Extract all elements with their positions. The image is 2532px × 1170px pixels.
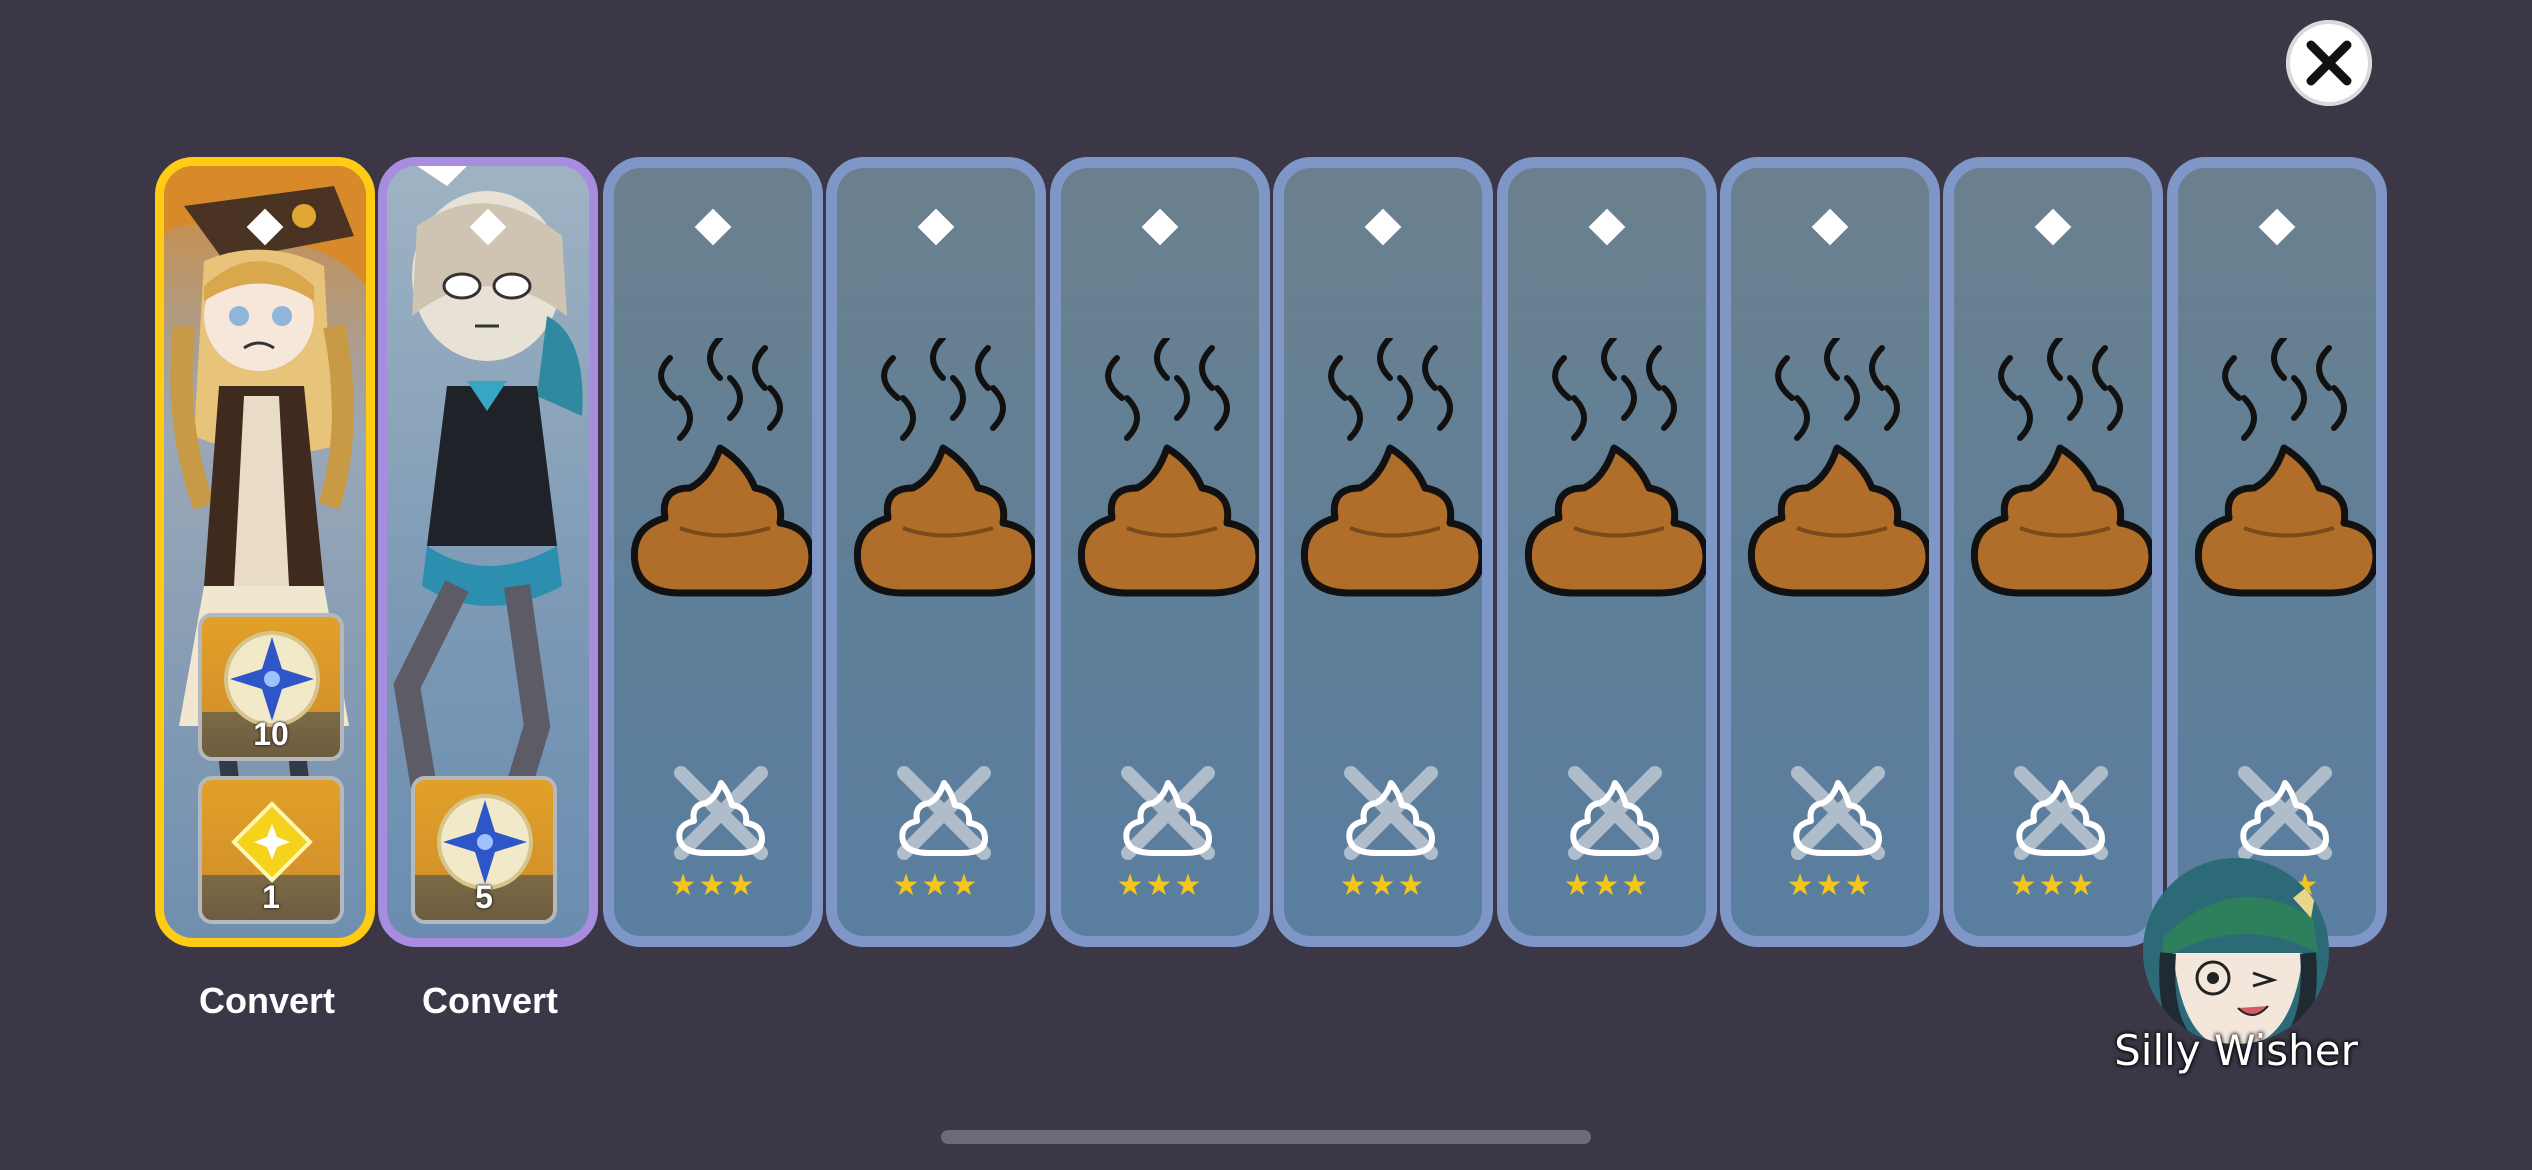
close-button[interactable] [2286,20,2372,106]
cancelled-poop-icon [1344,766,1438,860]
cancelled-poop-icon [1791,766,1885,860]
diamond-icon [1811,208,1849,246]
rarity-stars: ★★★ [892,868,980,903]
poop-icon [1077,338,1259,597]
rarity-stars: ★★★ [1786,868,1874,903]
reward-item-count: 5 [475,879,493,915]
rarity-stars: ★★★ [669,868,757,903]
poop-icon [1970,338,2152,597]
poop-icon [630,338,812,597]
reward-item-count: 10 [253,716,289,752]
reward-item-2[interactable]: 1 [198,776,344,924]
diamond-icon [1588,208,1626,246]
cancelled-poop-icon [2014,766,2108,860]
reward-item-count: 1 [262,879,280,915]
result-card-poop[interactable]: ★★★ [1497,157,1717,947]
diamond-icon [2034,208,2072,246]
poop-icon [2194,338,2376,597]
wisher-avatar-icon [2143,858,2329,1044]
result-card-gold-character[interactable]: 10 1 [155,157,375,947]
poop-icon [1300,338,1482,597]
diamond-icon [694,208,732,246]
convert-button[interactable]: Convert [380,980,600,1022]
rarity-stars: ★★★ [1339,868,1427,903]
result-card-purple-character[interactable]: 5 [378,157,598,947]
diamond-icon [1364,208,1402,246]
reward-item-1[interactable]: 10 [198,613,344,761]
wisher-avatar[interactable] [2143,858,2329,1044]
home-indicator[interactable] [941,1130,1591,1144]
rarity-stars: ★★★ [1563,868,1651,903]
poop-icon [1747,338,1929,597]
diamond-icon [1141,208,1179,246]
diamond-icon [917,208,955,246]
reward-item-1[interactable]: 5 [411,776,557,924]
result-card-poop[interactable]: ★★★ [1720,157,1940,947]
cancelled-poop-icon [674,766,768,860]
result-card-poop[interactable]: ★★★ [826,157,1046,947]
cancelled-poop-icon [2238,766,2332,860]
result-card-poop[interactable]: ★★★ [1273,157,1493,947]
cancelled-poop-icon [897,766,991,860]
cancelled-poop-icon [1121,766,1215,860]
rarity-stars: ★★★ [2009,868,2097,903]
wisher-name: Silly Wisher [2114,1026,2358,1075]
result-card-poop[interactable]: ★★★ [1050,157,1270,947]
diamond-icon [2258,208,2296,246]
poop-icon [853,338,1035,597]
convert-button[interactable]: Convert [157,980,377,1022]
close-x-icon [2306,40,2352,86]
result-card-poop[interactable]: ★★★ [603,157,823,947]
poop-icon [1524,338,1706,597]
result-card-poop[interactable]: ★★★ [1943,157,2163,947]
rarity-stars: ★★★ [1116,868,1204,903]
cancelled-poop-icon [1568,766,1662,860]
result-card-poop[interactable]: ★★★ [2167,157,2387,947]
